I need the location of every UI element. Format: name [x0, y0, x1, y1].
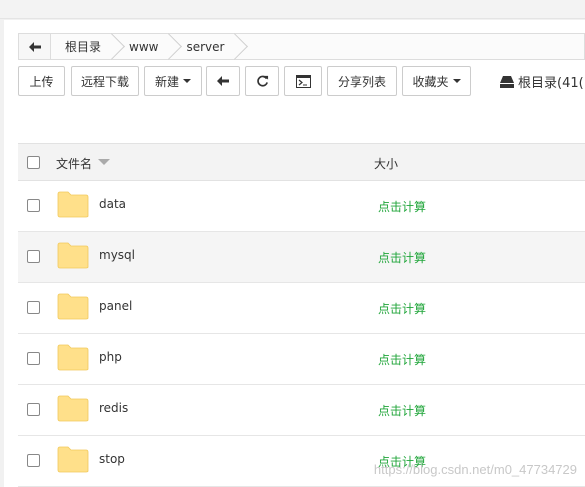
terminal-icon — [295, 74, 311, 88]
arrow-left-icon — [217, 76, 229, 86]
row-checkbox[interactable] — [27, 352, 40, 365]
upload-button[interactable]: 上传 — [18, 66, 65, 96]
folder-icon — [57, 242, 89, 269]
calc-size-link[interactable]: 点击计算 — [378, 402, 426, 419]
remote-download-button[interactable]: 远程下载 — [71, 66, 139, 96]
row-checkbox[interactable] — [27, 301, 40, 314]
file-name[interactable]: redis — [99, 401, 128, 415]
terminal-button[interactable] — [284, 66, 322, 96]
file-name[interactable]: php — [99, 350, 122, 364]
refresh-icon — [256, 75, 268, 87]
breadcrumb-item-root[interactable]: 根目录 — [51, 34, 115, 59]
row-checkbox[interactable] — [27, 199, 40, 212]
row-checkbox[interactable] — [27, 403, 40, 416]
folder-icon — [57, 446, 89, 473]
folder-icon — [57, 191, 89, 218]
refresh-button[interactable] — [245, 66, 279, 96]
file-name[interactable]: panel — [99, 299, 132, 313]
file-name[interactable]: mysql — [99, 248, 135, 262]
calc-size-link[interactable]: 点击计算 — [378, 300, 426, 317]
column-header-size[interactable]: 大小 — [374, 155, 398, 172]
column-header-name[interactable]: 文件名 — [56, 155, 92, 172]
folder-icon — [57, 293, 89, 320]
folder-icon — [57, 344, 89, 371]
file-name[interactable]: data — [99, 197, 126, 211]
table-row[interactable]: php 点击计算 — [18, 334, 585, 385]
watermark: https://blog.csdn.net/m0_47734729 — [373, 462, 577, 477]
row-checkbox[interactable] — [27, 250, 40, 263]
table-row[interactable]: data 点击计算 — [18, 181, 585, 232]
arrow-left-icon — [28, 41, 41, 52]
share-list-button[interactable]: 分享列表 — [327, 66, 397, 96]
table-row[interactable]: panel 点击计算 — [18, 283, 585, 334]
calc-size-link[interactable]: 点击计算 — [378, 351, 426, 368]
caret-down-icon — [183, 79, 191, 83]
favorites-dropdown-button[interactable]: 收藏夹 — [402, 66, 471, 96]
caret-down-icon — [452, 79, 461, 83]
table-row[interactable]: redis 点击计算 — [18, 385, 585, 436]
row-checkbox[interactable] — [27, 454, 40, 467]
new-dropdown-button[interactable]: 新建 — [144, 66, 202, 96]
file-table-header: 文件名 大小 — [18, 143, 585, 181]
top-strip — [0, 0, 585, 19]
calc-size-link[interactable]: 点击计算 — [378, 198, 426, 215]
hard-drive-icon — [500, 75, 514, 88]
breadcrumb-back-button[interactable] — [19, 34, 51, 59]
sort-down-icon[interactable] — [98, 159, 110, 165]
back-button[interactable] — [206, 66, 240, 96]
breadcrumb: 根目录 www server — [18, 33, 585, 60]
disk-root-label[interactable]: 根目录(41( — [500, 72, 584, 91]
breadcrumb-item-server[interactable]: server — [172, 34, 238, 59]
select-all-checkbox[interactable] — [27, 156, 40, 169]
file-name[interactable]: stop — [99, 452, 125, 466]
calc-size-link[interactable]: 点击计算 — [378, 249, 426, 266]
table-row[interactable]: mysql 点击计算 — [18, 232, 585, 283]
folder-icon — [57, 395, 89, 422]
